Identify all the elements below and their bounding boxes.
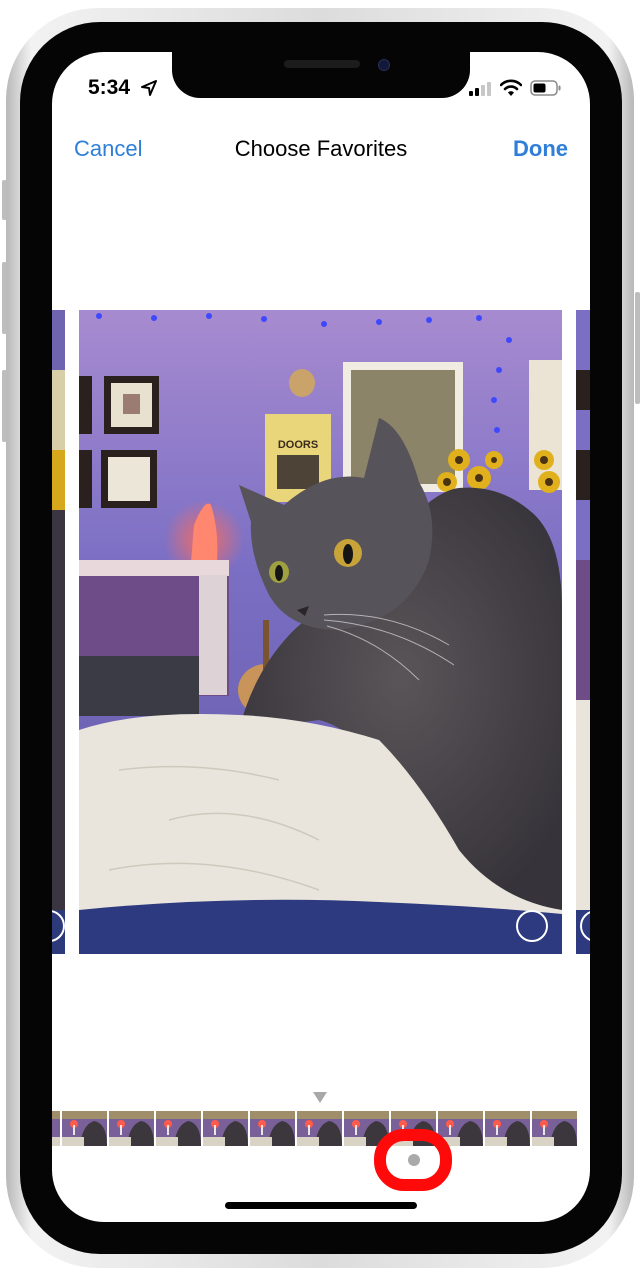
photo-previous[interactable]: [52, 310, 65, 954]
volume-down-button: [2, 370, 7, 442]
filmstrip-thumbnail[interactable]: [109, 1111, 154, 1146]
cellular-signal-icon: [469, 82, 491, 96]
select-circle[interactable]: [516, 910, 548, 942]
filmstrip-thumbnail[interactable]: [297, 1111, 342, 1146]
speaker-grille: [284, 60, 360, 68]
filmstrip[interactable]: [52, 1111, 578, 1146]
notch: [172, 40, 470, 98]
status-time: 5:34: [88, 76, 131, 99]
poster-text: DOORS: [278, 439, 318, 451]
triangle-down-icon: [313, 1092, 327, 1103]
filmstrip-thumbnail[interactable]: [62, 1111, 107, 1146]
page-dot-icon[interactable]: [408, 1154, 420, 1166]
cat-photo: DOORS: [79, 310, 562, 954]
volume-up-button: [2, 262, 7, 334]
filmstrip-thumbnail[interactable]: [156, 1111, 201, 1146]
location-arrow-icon: [141, 80, 157, 96]
photo-next[interactable]: [576, 310, 590, 954]
battery-icon: [530, 80, 561, 96]
filmstrip-thumbnail[interactable]: [52, 1111, 60, 1146]
mute-switch: [2, 180, 7, 220]
power-button: [635, 292, 640, 404]
photo-main[interactable]: DOORS: [79, 310, 562, 954]
home-indicator[interactable]: [225, 1202, 417, 1209]
front-camera: [378, 59, 390, 71]
done-button[interactable]: Done: [513, 136, 568, 162]
filmstrip-thumbnail[interactable]: [485, 1111, 530, 1146]
filmstrip-thumbnail[interactable]: [250, 1111, 295, 1146]
photo-next-image: [576, 310, 590, 954]
filmstrip-thumbnail[interactable]: [203, 1111, 248, 1146]
wifi-icon: [500, 79, 522, 96]
filmstrip-thumbnail[interactable]: [532, 1111, 577, 1146]
photo-previous-image: [52, 310, 65, 954]
